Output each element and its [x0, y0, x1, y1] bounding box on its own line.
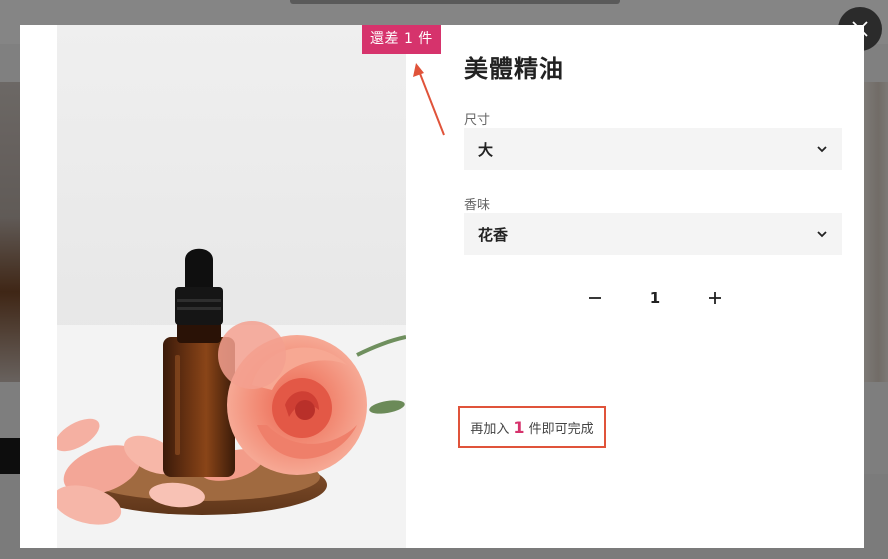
chevron-down-icon [817, 146, 827, 153]
progress-count: 1 [513, 417, 525, 437]
size-select-value: 大 [478, 140, 494, 159]
progress-prefix: 再加入 [470, 421, 510, 437]
scent-select-value: 花香 [478, 225, 509, 244]
size-select[interactable]: 大 [464, 128, 842, 170]
bundle-progress-note: 再加入 1 件即可完成 [458, 406, 606, 448]
quantity-increase-button[interactable] [700, 283, 730, 313]
product-title: 美體精油 [464, 55, 564, 83]
minus-icon [589, 297, 601, 299]
scent-label: 香味 [464, 198, 491, 213]
quantity-stepper: 1 [580, 283, 730, 313]
remaining-items-badge: 還差 1 件 [362, 25, 441, 54]
size-label: 尺寸 [464, 113, 491, 128]
scent-select[interactable]: 花香 [464, 213, 842, 255]
essential-oil-bottle-with-roses-icon [57, 25, 406, 548]
quantity-decrease-button[interactable] [580, 283, 610, 313]
product-image [57, 25, 406, 548]
chevron-down-icon [817, 231, 827, 238]
quick-add-modal: 還差 1 件 美體精油 尺寸 大 香味 花香 1 再加入 1 件即可完成 [20, 25, 864, 548]
plus-icon [709, 292, 721, 304]
quantity-value: 1 [649, 289, 661, 307]
progress-suffix: 件即可完成 [528, 421, 594, 437]
